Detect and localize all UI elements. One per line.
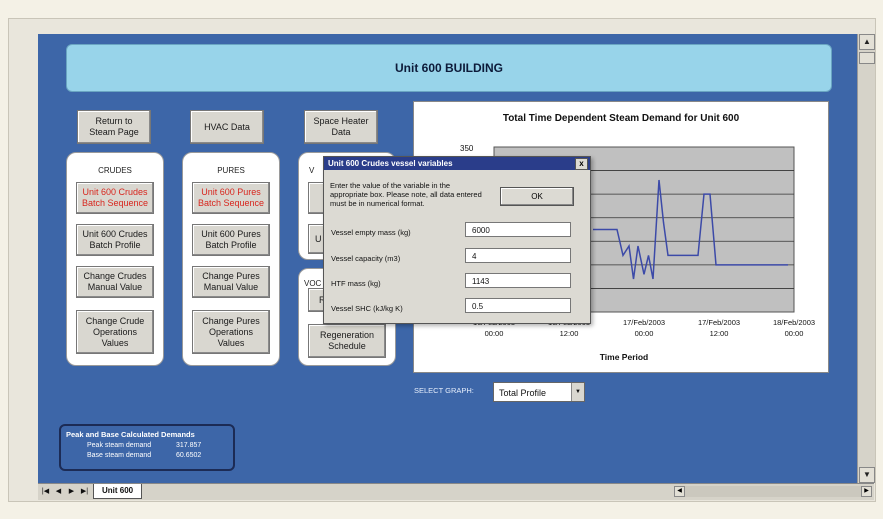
return-to-steam-page-button[interactable]: Return to Steam Page [77,110,151,144]
vertical-scrollbar[interactable]: ▲ ▼ [857,34,875,483]
scroll-down-arrow-icon[interactable]: ▼ [859,467,875,483]
chevron-down-icon[interactable]: ▼ [571,383,584,401]
peak-demand-label: Peak steam demand [87,442,152,449]
x-axis-label: Time Period [600,352,649,362]
first-sheet-icon[interactable]: |◀ [40,486,51,497]
pures-label: PURES [217,166,245,175]
pures-batch-profile-button[interactable]: Unit 600 Pures Batch Profile [192,224,270,256]
htf-mass-input[interactable]: 1143 [465,273,571,288]
peak-demand-value: 317.857 [176,442,202,449]
scroll-right-arrow-icon[interactable]: ▶ [861,486,872,497]
vessel-empty-mass-label: Vessel empty mass (kg) [331,228,411,237]
hvac-data-button[interactable]: HVAC Data [190,110,264,144]
next-sheet-icon[interactable]: ▶ [66,486,77,497]
vessel-empty-mass-input[interactable]: 6000 [465,222,571,237]
crudes-manual-value-button[interactable]: Change Crudes Manual Value [76,266,154,298]
scroll-up-arrow-icon[interactable]: ▲ [859,34,875,50]
vessel-capacity-label: Vessel capacity (m3) [331,254,401,263]
regeneration-schedule-button[interactable]: Regeneration Schedule [308,324,386,358]
dialog-title: Unit 600 Crudes vessel variables [324,157,590,170]
x-tick-label: 17/Feb/2003 12:00 [698,318,740,338]
dialog-message: Enter the value of the variable in the a… [330,181,482,208]
crudes-batch-sequence-button[interactable]: Unit 600 Crudes Batch Sequence [76,182,154,214]
vessel-shc-input[interactable]: 0.5 [465,298,571,313]
crudes-batch-profile-button[interactable]: Unit 600 Crudes Batch Profile [76,224,154,256]
crudes-operations-values-button[interactable]: Change Crude Operations Values [76,310,154,354]
x-tick-label: 18/Feb/2003 00:00 [773,318,815,338]
vessel-shc-label: Vessel SHC (kJ/kg K) [331,304,403,313]
y-tick-label: 350 [460,144,474,153]
scroll-left-arrow-icon[interactable]: ◀ [674,486,685,497]
summary-heading: Peak and Base Calculated Demands [66,430,195,439]
space-heater-data-button[interactable]: Space Heater Data [304,110,378,144]
close-icon[interactable]: x [575,158,588,170]
base-demand-label: Base steam demand [87,452,152,459]
sheet-tab-bar: |◀ ◀ ▶ ▶| Unit 600 ◀ ▶ [38,483,874,500]
htf-mass-label: HTF mass (kg) [331,279,381,288]
demand-summary-box: Peak and Base Calculated Demands Peak st… [59,424,235,471]
select-graph-dropdown[interactable]: Total Profile ▼ [493,382,585,402]
pures-manual-value-button[interactable]: Change Pures Manual Value [192,266,270,298]
base-demand-value: 60.6502 [176,452,202,459]
horizontal-scrollbar[interactable]: ◀ ▶ [674,486,872,497]
pures-operations-values-button[interactable]: Change Pures Operations Values [192,310,270,354]
vessel-capacity-input[interactable]: 4 [465,248,571,263]
x-tick-label: 17/Feb/2003 00:00 [623,318,665,338]
scroll-thumb[interactable] [859,52,875,64]
select-graph-value: Total Profile [499,388,547,398]
pures-batch-sequence-button[interactable]: Unit 600 Pures Batch Sequence [192,182,270,214]
vessel-variables-dialog: Unit 600 Crudes vessel variables x Enter… [323,156,591,324]
last-sheet-icon[interactable]: ▶| [79,486,90,497]
sheet-tab-unit-600[interactable]: Unit 600 [93,484,143,499]
ok-button[interactable]: OK [500,187,574,206]
crudes-label: CRUDES [98,166,132,175]
select-graph-label: SELECT GRAPH: [414,386,474,395]
prev-sheet-icon[interactable]: ◀ [53,486,64,497]
page-title: Unit 600 BUILDING [66,44,832,92]
